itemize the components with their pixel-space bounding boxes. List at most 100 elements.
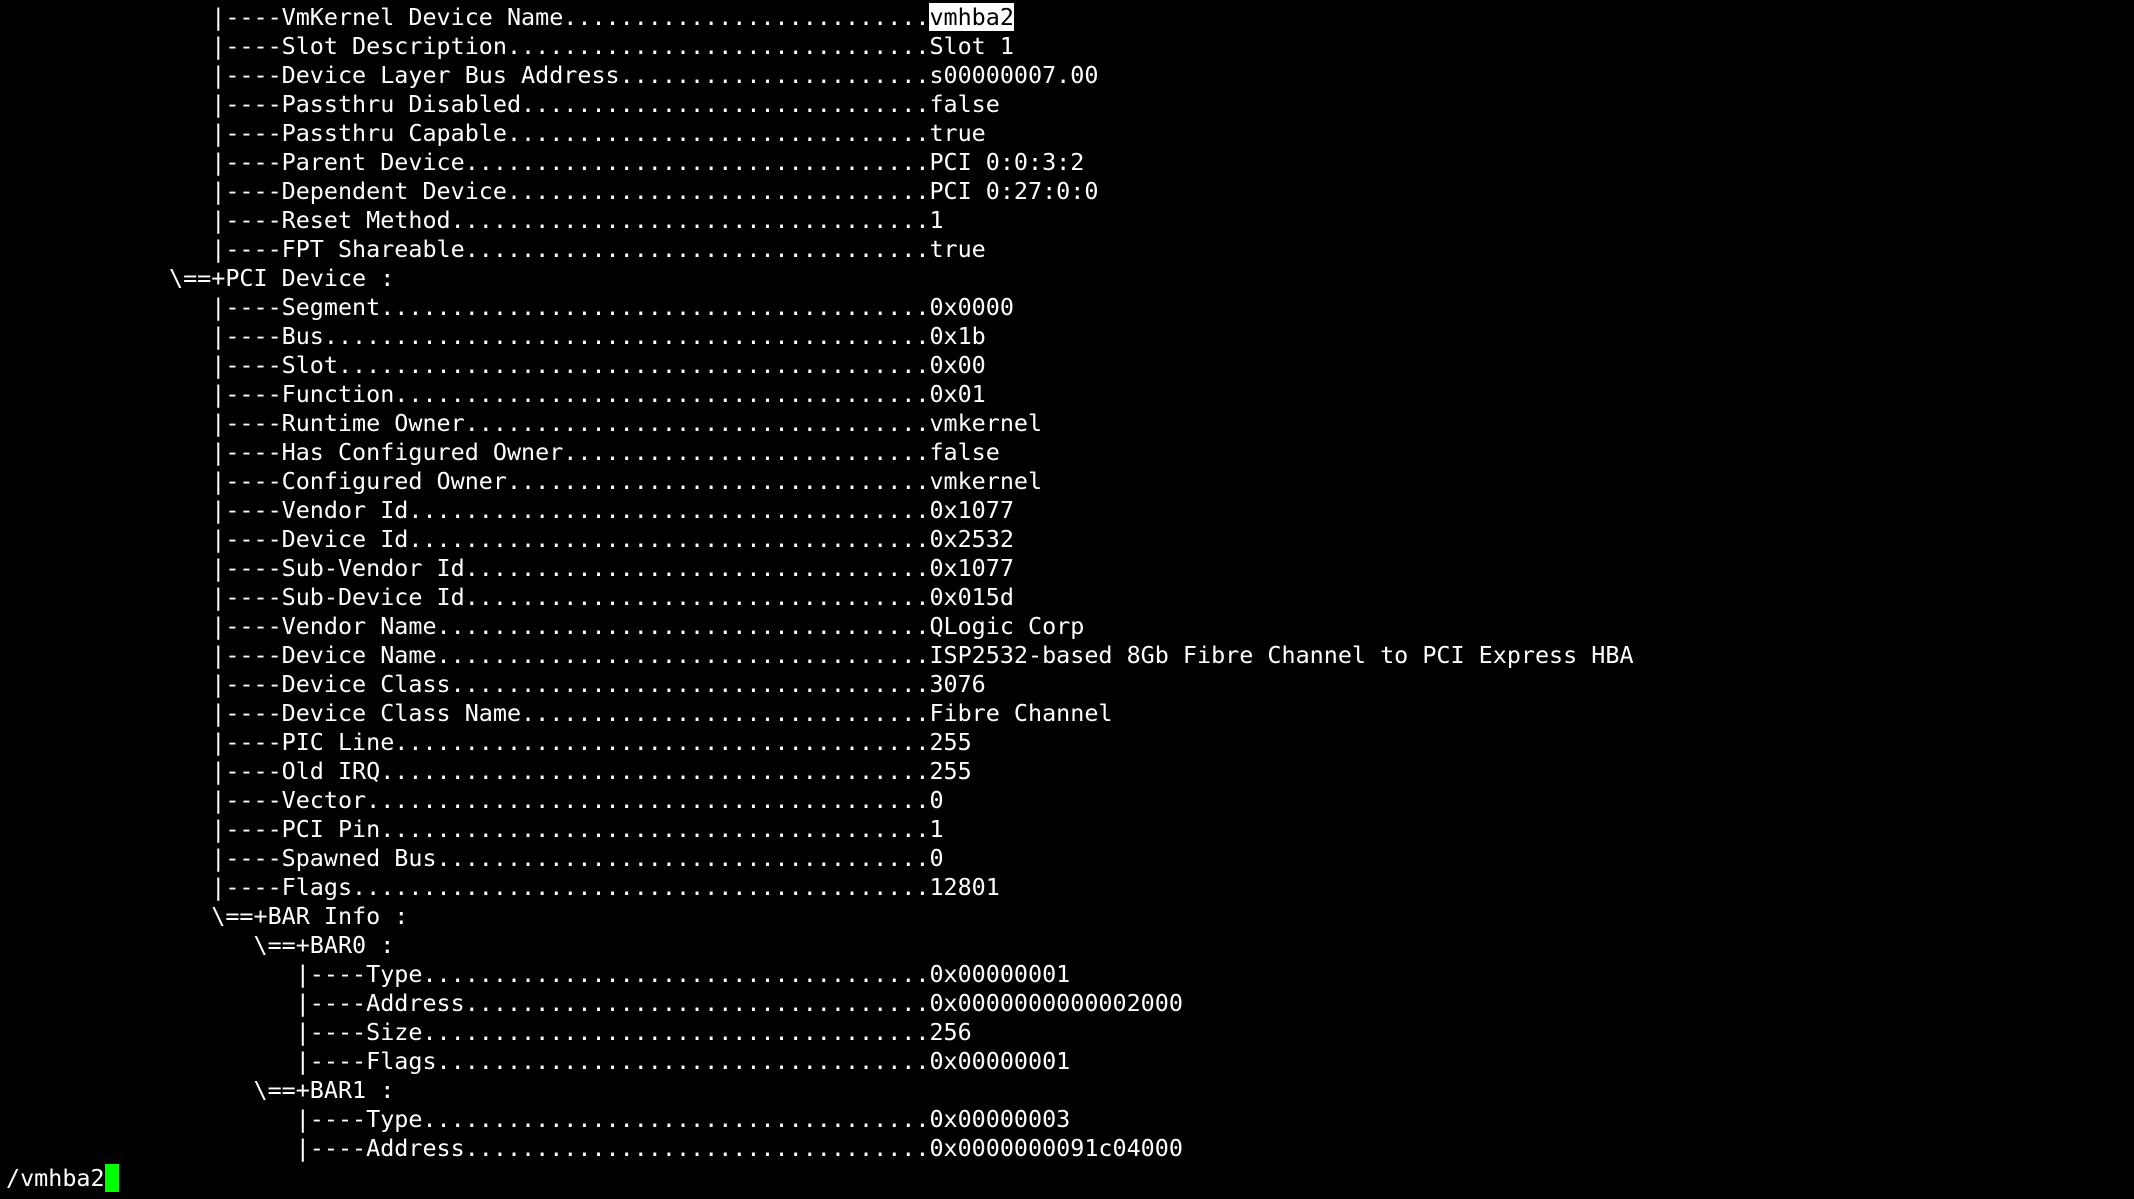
field-value: 0x00000001 bbox=[929, 1047, 1071, 1075]
field-value: 3076 bbox=[929, 670, 986, 698]
field-label: |----FPT Shareable......................… bbox=[0, 235, 930, 263]
field-label: |----Old IRQ............................… bbox=[0, 757, 930, 785]
output-line: |----Slot...............................… bbox=[0, 351, 2134, 380]
field-label: |----VmKernel Device Name...............… bbox=[0, 3, 930, 31]
output-line: |----Passthru Capable...................… bbox=[0, 119, 2134, 148]
field-label: |----Flags..............................… bbox=[0, 873, 930, 901]
field-label: |----Type...............................… bbox=[0, 960, 930, 988]
output-line: |----Bus................................… bbox=[0, 322, 2134, 351]
field-value: 1 bbox=[929, 206, 944, 234]
output-line: |----Vendor Id..........................… bbox=[0, 496, 2134, 525]
output-line: \==+BAR0 : bbox=[0, 931, 2134, 960]
output-line: |----Reset Method.......................… bbox=[0, 206, 2134, 235]
field-label: |----Passthru Disabled..................… bbox=[0, 90, 930, 118]
field-value: PCI 0:0:3:2 bbox=[929, 148, 1085, 176]
field-value: ISP2532-based 8Gb Fibre Channel to PCI E… bbox=[929, 641, 1634, 669]
field-label: |----Vendor Name........................… bbox=[0, 612, 930, 640]
output-line: |----Vector.............................… bbox=[0, 786, 2134, 815]
output-line: |----Old IRQ............................… bbox=[0, 757, 2134, 786]
output-line: \==+PCI Device : bbox=[0, 264, 2134, 293]
output-line: |----Vendor Name........................… bbox=[0, 612, 2134, 641]
field-label: |----Address............................… bbox=[0, 989, 930, 1017]
search-prompt[interactable]: /vmhba2 bbox=[6, 1164, 119, 1193]
field-value: 0x00000001 bbox=[929, 960, 1071, 988]
output-line: |----Flags..............................… bbox=[0, 1047, 2134, 1076]
field-value: 0x0000 bbox=[929, 293, 1014, 321]
text-cursor bbox=[104, 1164, 119, 1192]
field-value: Fibre Channel bbox=[929, 699, 1113, 727]
output-line: \==+BAR1 : bbox=[0, 1076, 2134, 1105]
field-value: Slot 1 bbox=[929, 32, 1014, 60]
output-line: |----Device Class Name..................… bbox=[0, 699, 2134, 728]
field-value: 0x2532 bbox=[929, 525, 1014, 553]
field-value: 0 bbox=[929, 786, 944, 814]
field-label: |----Slot...............................… bbox=[0, 351, 930, 379]
field-label: |----Configured Owner...................… bbox=[0, 467, 930, 495]
field-label: |----Runtime Owner......................… bbox=[0, 409, 930, 437]
field-label: |----Vector.............................… bbox=[0, 786, 930, 814]
field-label: |----Parent Device......................… bbox=[0, 148, 930, 176]
field-label: |----Bus................................… bbox=[0, 322, 930, 350]
output-line: |----Passthru Disabled..................… bbox=[0, 90, 2134, 119]
output-line: |----Configured Owner...................… bbox=[0, 467, 2134, 496]
field-label: \==+BAR1 : bbox=[0, 1076, 395, 1104]
field-label: |----Has Configured Owner...............… bbox=[0, 438, 930, 466]
output-line: |----Dependent Device...................… bbox=[0, 177, 2134, 206]
field-label: |----Function...........................… bbox=[0, 380, 930, 408]
field-label: |----Device Class.......................… bbox=[0, 670, 930, 698]
field-value: s00000007.00 bbox=[929, 61, 1099, 89]
output-line: \==+BAR Info : bbox=[0, 902, 2134, 931]
output-line: |----Size...............................… bbox=[0, 1018, 2134, 1047]
field-value: false bbox=[929, 438, 1000, 466]
field-label: |----Device Layer Bus Address...........… bbox=[0, 61, 930, 89]
field-value: 255 bbox=[929, 728, 972, 756]
output-line: |----Device Class.......................… bbox=[0, 670, 2134, 699]
field-value: 1 bbox=[929, 815, 944, 843]
output-line: |----Has Configured Owner...............… bbox=[0, 438, 2134, 467]
field-label: |----PIC Line...........................… bbox=[0, 728, 930, 756]
field-label: |----Vendor Id..........................… bbox=[0, 496, 930, 524]
output-line: |----VmKernel Device Name...............… bbox=[0, 3, 2134, 32]
field-value: 0x0000000091c04000 bbox=[929, 1134, 1183, 1162]
field-value: 0x00000003 bbox=[929, 1105, 1071, 1133]
output-line: |----Address............................… bbox=[0, 1134, 2134, 1163]
output-line: |----Sub-Vendor Id......................… bbox=[0, 554, 2134, 583]
field-label: |----Device Class Name..................… bbox=[0, 699, 930, 727]
field-label: |----PCI Pin............................… bbox=[0, 815, 930, 843]
field-label: |----Slot Description...................… bbox=[0, 32, 930, 60]
field-value: QLogic Corp bbox=[929, 612, 1085, 640]
output-line: |----Runtime Owner......................… bbox=[0, 409, 2134, 438]
field-label: |----Passthru Capable...................… bbox=[0, 119, 930, 147]
field-label: |----Reset Method.......................… bbox=[0, 206, 930, 234]
field-label: |----Type...............................… bbox=[0, 1105, 930, 1133]
field-value: true bbox=[929, 235, 986, 263]
field-label: |----Device Id..........................… bbox=[0, 525, 930, 553]
output-line: |----Device Id..........................… bbox=[0, 525, 2134, 554]
field-value: vmkernel bbox=[929, 467, 1043, 495]
output-line: |----Spawned Bus........................… bbox=[0, 844, 2134, 873]
output-line: |----Device Layer Bus Address...........… bbox=[0, 61, 2134, 90]
search-match-highlight: vmhba2 bbox=[929, 3, 1014, 31]
field-label: |----Sub-Device Id......................… bbox=[0, 583, 930, 611]
field-value: 0x1077 bbox=[929, 554, 1014, 582]
terminal-output: |----VmKernel Device Name...............… bbox=[0, 3, 2134, 1163]
output-line: |----Slot Description...................… bbox=[0, 32, 2134, 61]
field-value: 256 bbox=[929, 1018, 972, 1046]
field-label: \==+BAR Info : bbox=[0, 902, 409, 930]
field-label: |----Size...............................… bbox=[0, 1018, 930, 1046]
output-line: |----Parent Device......................… bbox=[0, 148, 2134, 177]
field-value: 0x01 bbox=[929, 380, 986, 408]
field-label: |----Sub-Vendor Id......................… bbox=[0, 554, 930, 582]
field-value: PCI 0:27:0:0 bbox=[929, 177, 1099, 205]
output-line: |----Function...........................… bbox=[0, 380, 2134, 409]
field-label: \==+BAR0 : bbox=[0, 931, 395, 959]
field-value: 0x1077 bbox=[929, 496, 1014, 524]
field-label: |----Device Name........................… bbox=[0, 641, 930, 669]
output-line: |----PIC Line...........................… bbox=[0, 728, 2134, 757]
field-label: \==+PCI Device : bbox=[0, 264, 395, 292]
field-value: 0x1b bbox=[929, 322, 986, 350]
field-value: 12801 bbox=[929, 873, 1000, 901]
output-line: |----Device Name........................… bbox=[0, 641, 2134, 670]
search-query-text: /vmhba2 bbox=[6, 1164, 105, 1192]
field-value: vmkernel bbox=[929, 409, 1043, 437]
